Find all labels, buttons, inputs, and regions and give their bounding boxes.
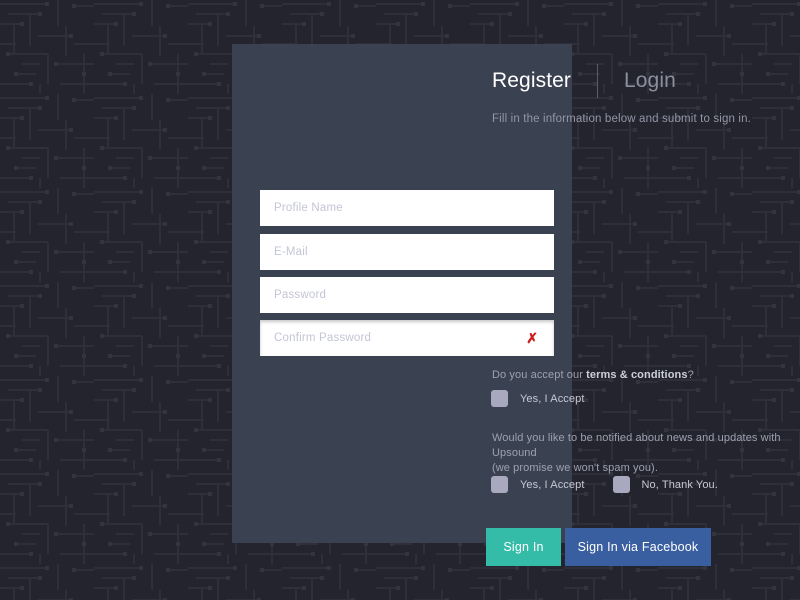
error-x-icon: ✗ xyxy=(526,330,538,346)
newsletter-question-line1: Would you like to be notified about news… xyxy=(492,432,781,459)
intro-text: Fill in the information below and submit… xyxy=(492,113,752,125)
auth-tabs: Register Login xyxy=(492,64,676,98)
newsletter-accept-label[interactable]: Yes, I Accept xyxy=(520,479,585,491)
register-card: Register Login Fill in the information b… xyxy=(232,44,781,566)
sign-in-facebook-button[interactable]: Sign In via Facebook xyxy=(565,528,711,566)
tab-login[interactable]: Login xyxy=(624,64,676,98)
profile-name-field[interactable]: Profile Name xyxy=(260,190,554,226)
terms-conditions-link[interactable]: terms & conditions xyxy=(586,369,687,381)
password-field[interactable]: Password xyxy=(260,277,554,313)
email-field[interactable]: E-Mail xyxy=(260,234,554,270)
tab-register[interactable]: Register xyxy=(492,64,571,98)
terms-question-prefix: Do you accept our xyxy=(492,369,587,381)
terms-accept-checkbox[interactable] xyxy=(491,390,508,407)
newsletter-accept-checkbox[interactable] xyxy=(491,476,508,493)
sign-in-button[interactable]: Sign In xyxy=(486,528,561,566)
newsletter-decline-group[interactable]: No, Thank You. xyxy=(612,476,718,493)
terms-question-suffix: ? xyxy=(687,369,694,381)
newsletter-question-line2: (we promise we won't spam you). xyxy=(492,462,658,474)
newsletter-accept-group[interactable]: Yes, I Accept xyxy=(491,476,585,493)
tab-divider xyxy=(597,64,598,98)
terms-accept-label[interactable]: Yes, I Accept xyxy=(520,393,585,405)
terms-accept-group[interactable]: Yes, I Accept xyxy=(491,390,585,407)
newsletter-checkbox-row: Yes, I Accept No, Thank You. xyxy=(491,476,718,493)
confirm-password-field[interactable]: Confirm Password ✗ xyxy=(260,320,554,356)
profile-name-placeholder: Profile Name xyxy=(274,202,343,214)
newsletter-decline-label[interactable]: No, Thank You. xyxy=(642,479,718,491)
email-placeholder: E-Mail xyxy=(274,246,308,258)
confirm-password-placeholder: Confirm Password xyxy=(274,332,372,344)
terms-question: Do you accept our terms & conditions? xyxy=(492,368,694,383)
terms-checkbox-row: Yes, I Accept xyxy=(491,390,585,407)
password-placeholder: Password xyxy=(274,289,327,301)
newsletter-question: Would you like to be notified about news… xyxy=(492,431,782,476)
newsletter-decline-checkbox[interactable] xyxy=(612,476,630,493)
